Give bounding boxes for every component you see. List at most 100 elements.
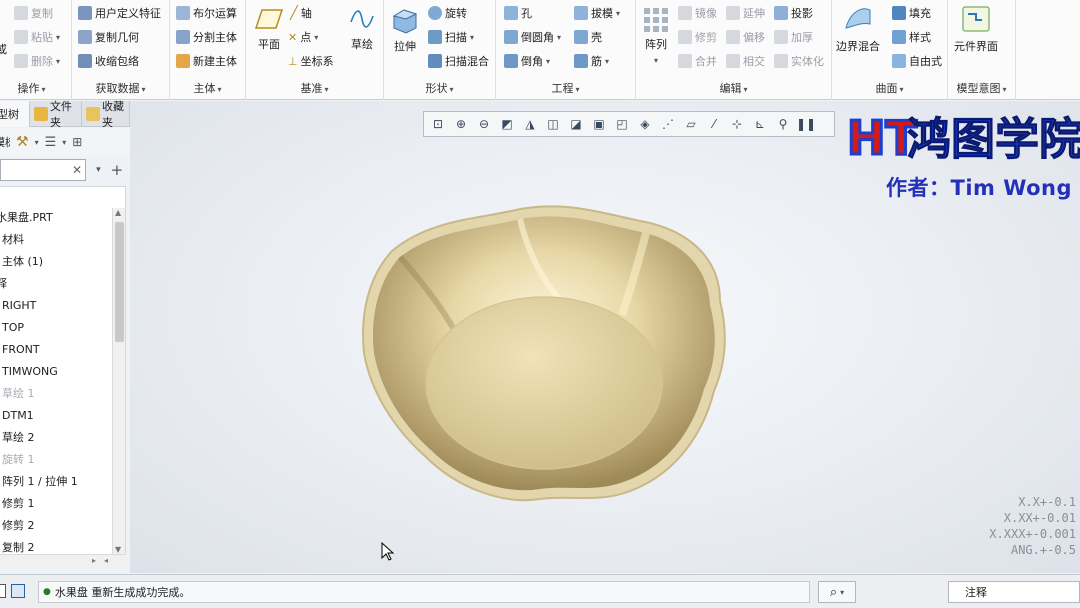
- revolve-button[interactable]: 旋转: [428, 4, 467, 22]
- draft-button[interactable]: 拔模 ▾: [574, 4, 620, 22]
- selection-filter[interactable]: 注释: [948, 581, 1080, 603]
- clear-search-icon[interactable]: ✕: [72, 163, 82, 177]
- pause-icon[interactable]: ❚❚: [796, 115, 816, 133]
- group-title[interactable]: 曲面: [832, 80, 947, 96]
- add-icon[interactable]: +: [111, 161, 124, 179]
- rib-button[interactable]: 筋 ▾: [574, 52, 609, 70]
- swept-blend-button[interactable]: 扫描混合: [428, 52, 489, 70]
- chevron-down-icon[interactable]: ▾: [62, 138, 66, 147]
- annotation-display-icon[interactable]: ⚲: [774, 115, 792, 133]
- section-icon[interactable]: ◰: [613, 115, 631, 133]
- tree-scroll-thumb[interactable]: [115, 222, 124, 342]
- filter-icon[interactable]: ⊞: [72, 135, 82, 149]
- merge-button[interactable]: 合并: [678, 52, 717, 70]
- scroll-up-icon[interactable]: ▲: [115, 208, 121, 217]
- extrude-button[interactable]: 拉伸: [390, 6, 420, 54]
- sweep-button[interactable]: 扫描 ▾: [428, 28, 474, 46]
- copy-button[interactable]: 复制: [14, 4, 53, 22]
- zoom-in-icon[interactable]: ⊕: [452, 115, 470, 133]
- csys-display-icon[interactable]: ⊾: [751, 115, 769, 133]
- shell-button[interactable]: 壳: [574, 28, 602, 46]
- chevron-down-icon[interactable]: ▾: [35, 138, 39, 147]
- scroll-end-icon[interactable]: ◂: [104, 556, 108, 565]
- group-title[interactable]: 编辑: [636, 80, 831, 96]
- solidify-button[interactable]: 实体化: [774, 52, 824, 70]
- navigator-toggle-icon[interactable]: [0, 584, 6, 598]
- fill-button[interactable]: 填充: [892, 4, 931, 22]
- tree-item[interactable]: TIMWONG: [2, 361, 58, 381]
- scroll-right-icon[interactable]: ▸: [92, 556, 96, 565]
- repaint-icon[interactable]: ◩: [498, 115, 516, 133]
- intersect-button[interactable]: 相交: [726, 52, 765, 70]
- scroll-down-icon[interactable]: ▼: [115, 545, 121, 554]
- thicken-button[interactable]: 加厚: [774, 28, 813, 46]
- boundary-blend-button[interactable]: 边界混合: [836, 4, 880, 54]
- saved-views-icon[interactable]: ◫: [544, 115, 562, 133]
- datum-display-icon[interactable]: ⋰: [659, 115, 677, 133]
- project-button[interactable]: 投影: [774, 4, 813, 22]
- zoom-out-icon[interactable]: ⊖: [475, 115, 493, 133]
- round-button[interactable]: 倒圆角 ▾: [504, 28, 561, 46]
- tree-item[interactable]: 修剪 2: [2, 515, 35, 535]
- display-style-icon[interactable]: ◮: [521, 115, 539, 133]
- offset-button[interactable]: 偏移: [726, 28, 765, 46]
- plane-display-icon[interactable]: ▱: [682, 115, 700, 133]
- shrinkwrap-button[interactable]: 收缩包络: [78, 52, 139, 70]
- group-title[interactable]: 主体: [170, 80, 245, 96]
- tree-item[interactable]: 草绘 2: [2, 427, 35, 447]
- mirror-button[interactable]: 镜像: [678, 4, 717, 22]
- view-manager-icon[interactable]: ◪: [567, 115, 585, 133]
- boolean-button[interactable]: 布尔运算: [176, 4, 237, 22]
- group-title[interactable]: 获取数据: [72, 80, 169, 96]
- copy-geometry-button[interactable]: 复制几何: [78, 28, 139, 46]
- plane-button[interactable]: 平面: [254, 6, 284, 52]
- tree-item[interactable]: 草绘 1: [2, 383, 35, 403]
- ops-partial-item[interactable]: 或: [0, 40, 7, 58]
- new-body-button[interactable]: 新建主体: [176, 52, 237, 70]
- tree-item[interactable]: 释: [0, 273, 7, 293]
- component-interface-button[interactable]: 元件界面: [954, 4, 998, 54]
- pattern-button[interactable]: 阵列 ▾: [642, 6, 670, 65]
- appearance-icon[interactable]: ◈: [636, 115, 654, 133]
- tree-item[interactable]: TOP: [2, 317, 24, 337]
- tree-item[interactable]: 水果盘.PRT: [0, 207, 53, 227]
- tree-item[interactable]: 复制 2: [2, 537, 35, 554]
- tab-favorites[interactable]: 收藏夹: [82, 100, 130, 129]
- paste-button[interactable]: 粘贴 ▾: [14, 28, 60, 46]
- tree-item[interactable]: DTM1: [2, 405, 34, 425]
- chamfer-button[interactable]: 倒角 ▾: [504, 52, 550, 70]
- group-title[interactable]: 模型意图: [948, 80, 1015, 96]
- style-button[interactable]: 样式: [892, 28, 931, 46]
- tree-item[interactable]: 旋转 1: [2, 449, 35, 469]
- tools-icon[interactable]: ⚒: [16, 134, 29, 150]
- tree-item[interactable]: RIGHT: [2, 295, 36, 315]
- group-title[interactable]: 操作: [0, 80, 71, 96]
- tree-horizontal-scrollbar[interactable]: ▸ ◂: [0, 554, 126, 568]
- refit-icon[interactable]: ⊡: [429, 115, 447, 133]
- tree-item[interactable]: 修剪 1: [2, 493, 35, 513]
- tab-folder-browser[interactable]: 文件夹: [30, 100, 82, 129]
- sketch-button[interactable]: 草绘: [348, 6, 376, 52]
- tree-vertical-scrollbar[interactable]: ▲ ▼: [112, 208, 125, 554]
- axis-display-icon[interactable]: ⁄: [705, 115, 723, 133]
- group-title[interactable]: 工程: [496, 80, 635, 96]
- find-button[interactable]: ⌕ ▾: [818, 581, 856, 603]
- perspective-icon[interactable]: ▣: [590, 115, 608, 133]
- csys-button[interactable]: ⊥ 坐标系: [288, 52, 334, 70]
- freestyle-button[interactable]: 自由式: [892, 52, 942, 70]
- group-title[interactable]: 基准: [246, 80, 383, 96]
- udf-button[interactable]: 用户定义特征: [78, 4, 161, 22]
- hole-button[interactable]: 孔: [504, 4, 532, 22]
- tree-item[interactable]: 阵列 1 / 拉伸 1: [2, 471, 78, 491]
- chevron-down-icon[interactable]: ▾: [96, 165, 101, 175]
- delete-button[interactable]: 删除 ▾: [14, 52, 60, 70]
- group-title[interactable]: 形状: [384, 80, 495, 96]
- trim-button[interactable]: 修剪: [678, 28, 717, 46]
- tree-item[interactable]: 材料: [2, 229, 24, 249]
- extend-button[interactable]: 延伸: [726, 4, 765, 22]
- tree-item[interactable]: FRONT: [2, 339, 40, 359]
- axis-button[interactable]: ╱ 轴: [290, 4, 312, 22]
- tree-item[interactable]: 主体 (1): [2, 251, 43, 271]
- browser-toggle-icon[interactable]: [11, 584, 25, 598]
- settings-list-icon[interactable]: ☰: [45, 135, 57, 150]
